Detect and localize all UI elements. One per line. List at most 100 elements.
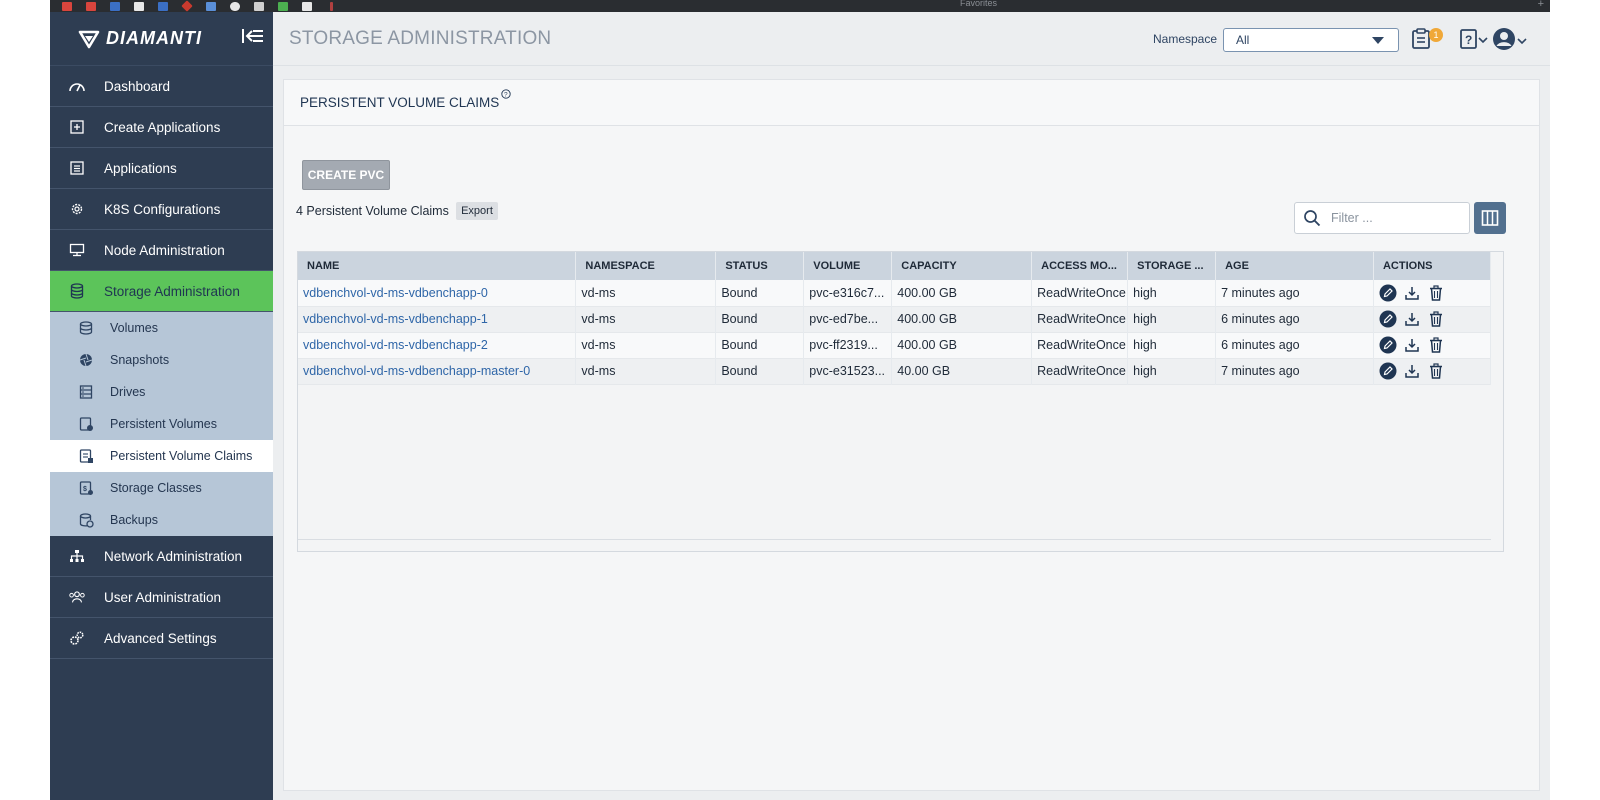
sidebar-item-user-administration[interactable]: User Administration	[50, 577, 273, 618]
sidebar-subitem-label: Backups	[110, 513, 158, 527]
column-header-status[interactable]: STATUS	[715, 252, 805, 280]
delete-icon[interactable]	[1427, 362, 1445, 380]
column-header-storage-class[interactable]: STORAGE ...	[1127, 252, 1217, 280]
cell-capacity: 400.00 GB	[891, 306, 1033, 332]
panel-title: PERSISTENT VOLUME CLAIMS	[300, 95, 500, 110]
bookmark-1[interactable]	[60, 0, 74, 12]
table-row: vdbenchvol-vd-ms-vdbenchapp-master-0 vd-…	[298, 358, 1492, 384]
filter-input[interactable]	[1331, 211, 1451, 225]
new-tab-icon[interactable]: +	[1538, 0, 1544, 10]
bookmark-7[interactable]	[204, 0, 218, 12]
cell-access-mode: ReadWriteOnce	[1031, 306, 1129, 332]
aperture-icon	[78, 352, 94, 368]
bookmark-6[interactable]	[180, 0, 194, 12]
favorites-label[interactable]: Favorites	[960, 0, 997, 8]
delete-icon[interactable]	[1427, 336, 1445, 354]
cell-volume: pvc-e31523...	[803, 358, 893, 384]
pvc-name-link[interactable]: vdbenchvol-vd-ms-vdbenchapp-master-0	[303, 364, 530, 378]
namespace-select[interactable]: All	[1223, 28, 1399, 52]
cell-namespace: vd-ms	[575, 280, 717, 306]
delete-icon[interactable]	[1427, 284, 1445, 302]
column-header-access-mode[interactable]: ACCESS MO...	[1031, 252, 1129, 280]
cell-actions	[1373, 306, 1492, 332]
sidebar-item-network-administration[interactable]: Network Administration	[50, 536, 273, 577]
pvc-name-link[interactable]: vdbenchvol-vd-ms-vdbenchapp-2	[303, 338, 488, 352]
network-tree-icon	[68, 547, 86, 565]
page-title: STORAGE ADMINISTRATION	[289, 27, 552, 49]
pvc-name-link[interactable]: vdbenchvol-vd-ms-vdbenchapp-0	[303, 286, 488, 300]
sidebar-item-advanced-settings[interactable]: Advanced Settings	[50, 618, 273, 659]
sidebar-item-storage-administration[interactable]: Storage Administration	[50, 271, 273, 312]
pvc-table: NAME NAMESPACE STATUS VOLUME CAPACITY AC…	[298, 252, 1492, 385]
cell-namespace: vd-ms	[575, 358, 717, 384]
edit-icon[interactable]	[1379, 284, 1397, 302]
cell-namespace: vd-ms	[575, 306, 717, 332]
download-icon[interactable]	[1403, 284, 1421, 302]
user-avatar-icon[interactable]	[1492, 27, 1530, 53]
collapse-sidebar-icon[interactable]	[241, 26, 265, 46]
sidebar-item-dashboard[interactable]: Dashboard	[50, 66, 273, 107]
column-chooser-button[interactable]	[1474, 202, 1506, 234]
sidebar-subitem-volumes[interactable]: Volumes	[50, 312, 273, 344]
download-icon[interactable]	[1403, 362, 1421, 380]
sidebar-item-label: Create Applications	[104, 119, 221, 135]
bookmark-9[interactable]	[252, 0, 266, 12]
diamanti-logo-icon	[78, 30, 100, 48]
sidebar-item-k8s-configurations[interactable]: K8S Configurations	[50, 189, 273, 230]
database-icon	[68, 282, 86, 300]
bookmark-4[interactable]	[132, 0, 146, 12]
sidebar-subitem-backups[interactable]: Backups	[50, 504, 273, 536]
columns-icon	[1481, 210, 1499, 226]
bookmark-11[interactable]	[300, 0, 314, 12]
cell-access-mode: ReadWriteOnce	[1031, 358, 1129, 384]
sidebar-subitem-label: Drives	[110, 385, 146, 399]
bookmark-8[interactable]	[228, 0, 242, 12]
sidebar-item-label: K8S Configurations	[104, 201, 221, 217]
bookmark-10[interactable]	[276, 0, 290, 12]
edit-icon[interactable]	[1379, 336, 1397, 354]
bookmark-2[interactable]	[84, 0, 98, 12]
sidebar-subitem-drives[interactable]: Drives	[50, 376, 273, 408]
sidebar-subitem-storage-classes[interactable]: $ Storage Classes	[50, 472, 273, 504]
bookmark-5[interactable]	[156, 0, 170, 12]
bookmark-3[interactable]	[108, 0, 122, 12]
logo-row: DIAMANTI	[50, 12, 273, 66]
column-header-age[interactable]: AGE	[1215, 252, 1374, 280]
monitor-icon	[68, 241, 86, 259]
column-header-name[interactable]: NAME	[298, 252, 577, 280]
sidebar-item-label: Applications	[104, 160, 177, 176]
pvc-name-link[interactable]: vdbenchvol-vd-ms-vdbenchapp-1	[303, 312, 488, 326]
create-pvc-button[interactable]: CREATE PVC	[302, 160, 390, 190]
sidebar-item-create-applications[interactable]: Create Applications	[50, 107, 273, 148]
sidebar-subitem-persistent-volume-claims[interactable]: Persistent Volume Claims	[50, 440, 273, 472]
column-header-capacity[interactable]: CAPACITY	[891, 252, 1033, 280]
column-header-volume[interactable]: VOLUME	[803, 252, 893, 280]
help-circle-icon[interactable]: ?	[501, 89, 511, 102]
cell-namespace: vd-ms	[575, 332, 717, 358]
bookmark-12[interactable]	[324, 0, 338, 12]
edit-icon[interactable]	[1379, 310, 1397, 328]
column-header-namespace[interactable]: NAMESPACE	[575, 252, 717, 280]
sidebar-item-label: User Administration	[104, 589, 222, 605]
cell-volume: pvc-ff2319...	[803, 332, 893, 358]
drives-icon	[78, 384, 94, 400]
sidebar-item-node-administration[interactable]: Node Administration	[50, 230, 273, 271]
sidebar-subitem-label: Snapshots	[110, 353, 170, 367]
sidebar-subitem-label: Storage Classes	[110, 481, 202, 495]
sidebar-subitem-snapshots[interactable]: Snapshots	[50, 344, 273, 376]
cell-actions	[1373, 280, 1492, 306]
export-button[interactable]: Export	[456, 202, 498, 220]
delete-icon[interactable]	[1427, 310, 1445, 328]
download-icon[interactable]	[1403, 310, 1421, 328]
help-menu-icon[interactable]: ?	[1459, 27, 1491, 51]
cell-actions	[1373, 332, 1492, 358]
sidebar-item-applications[interactable]: Applications	[50, 148, 273, 189]
pvc-count-label: 4 Persistent Volume Claims	[296, 204, 449, 218]
sidebar-subitem-persistent-volumes[interactable]: Persistent Volumes	[50, 408, 273, 440]
edit-icon[interactable]	[1379, 362, 1397, 380]
column-header-actions: ACTIONS	[1373, 252, 1492, 280]
cell-storage-class: high	[1127, 358, 1217, 384]
cell-access-mode: ReadWriteOnce	[1031, 332, 1129, 358]
cell-age: 6 minutes ago	[1215, 306, 1374, 332]
download-icon[interactable]	[1403, 336, 1421, 354]
